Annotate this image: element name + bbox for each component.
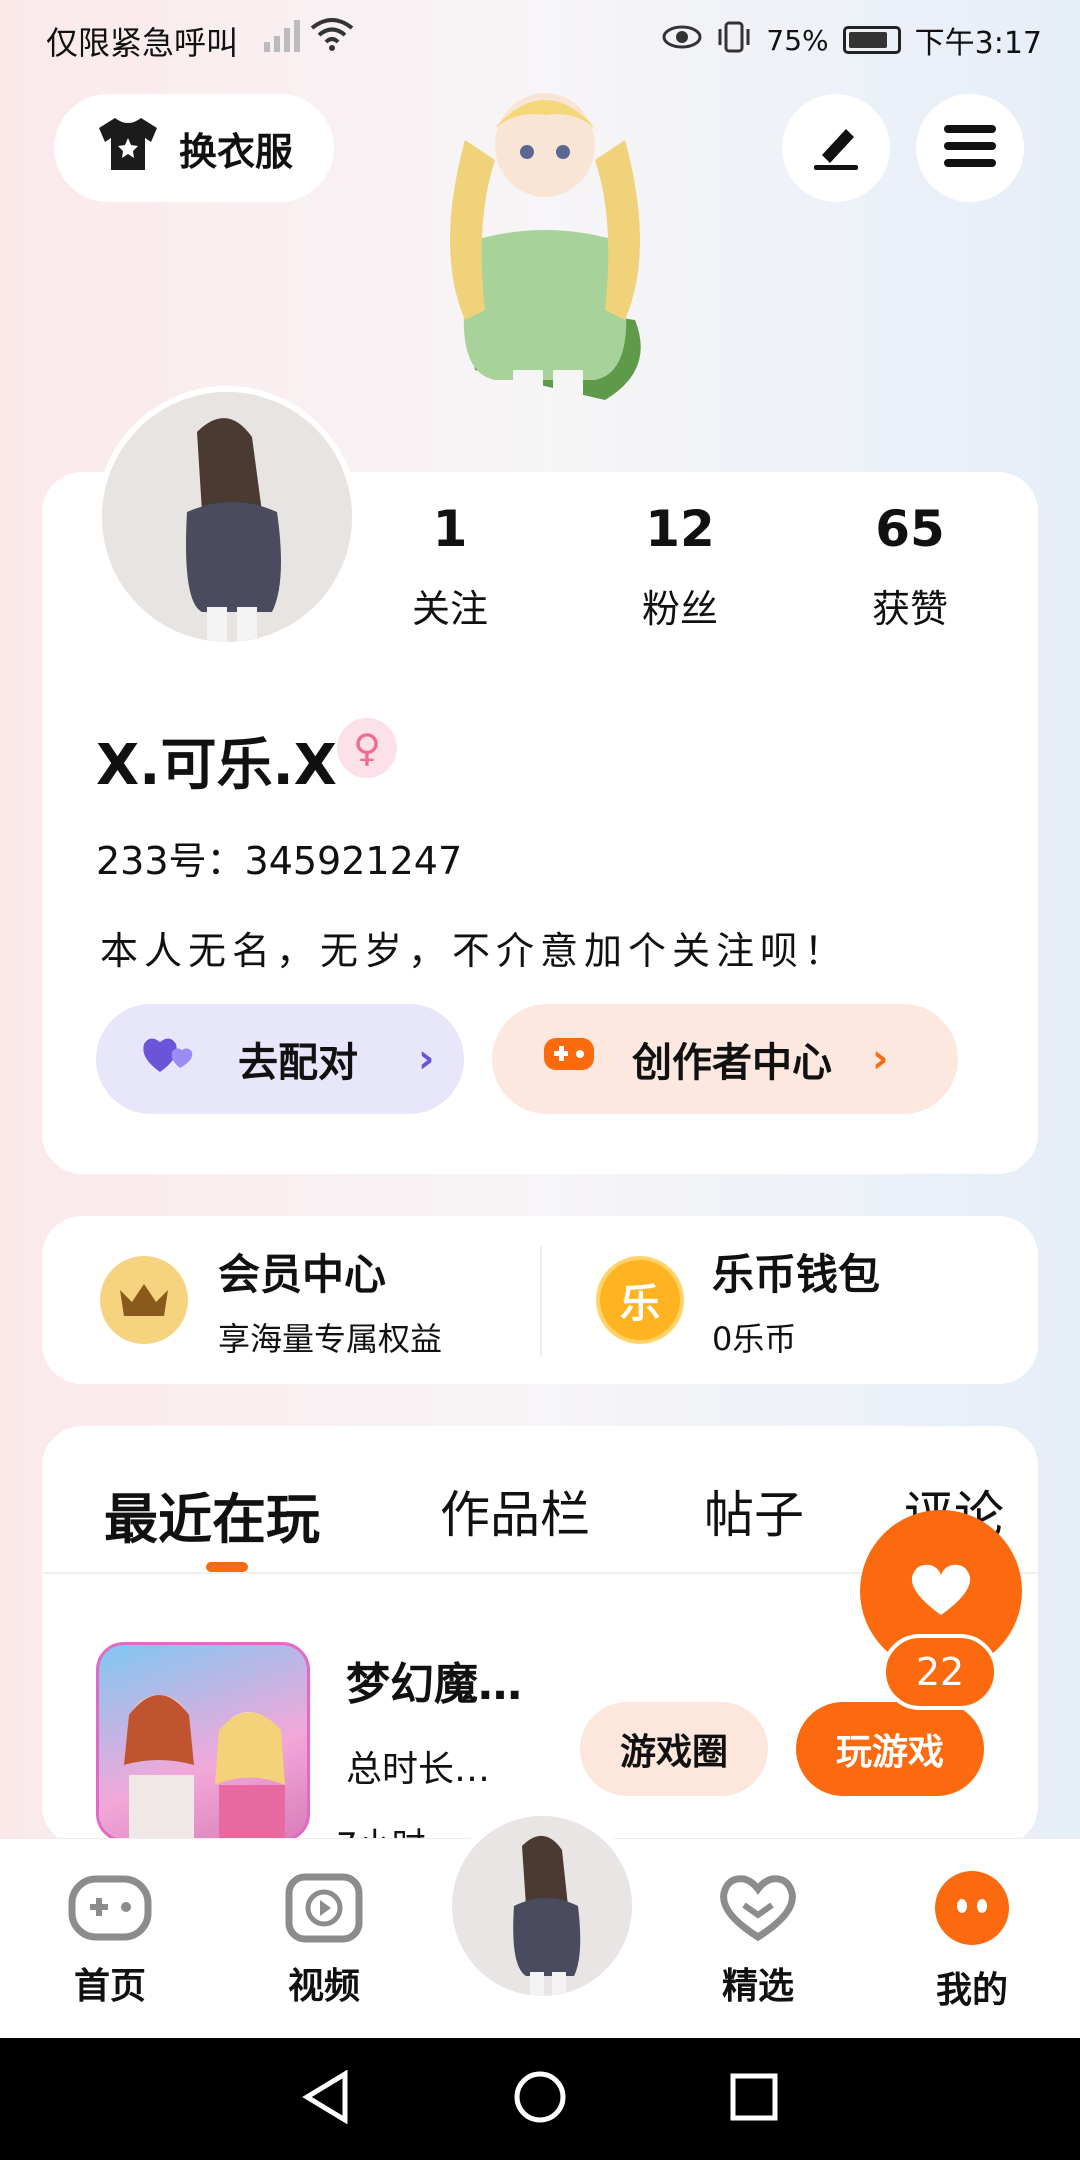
member-center-entry[interactable]: 会员中心 享海量专属权益 bbox=[100, 1240, 520, 1360]
face-icon bbox=[933, 1869, 1011, 1951]
stat-label: 获赞 bbox=[871, 587, 948, 631]
center-avatar-button[interactable] bbox=[444, 1808, 640, 2004]
hamburger-icon bbox=[942, 123, 998, 173]
wallet-title: 乐币钱包 bbox=[712, 1249, 881, 1299]
tab-recently-played[interactable]: 最近在玩 bbox=[104, 1475, 320, 1554]
pen-icon bbox=[808, 121, 864, 175]
carrier-text: 仅限紧急呼叫 bbox=[46, 24, 239, 62]
status-right: 75% 下午3:17 bbox=[662, 18, 1042, 62]
nav-mine-label: 我的 bbox=[935, 1970, 1008, 2011]
tab-works[interactable]: 作品栏 bbox=[440, 1475, 590, 1547]
play-game-button[interactable]: 玩游戏 bbox=[796, 1702, 984, 1796]
le-coin-icon: 乐 bbox=[596, 1256, 684, 1344]
wallet-entry[interactable]: 乐 乐币钱包 0乐币 bbox=[596, 1240, 996, 1360]
stat-label: 关注 bbox=[411, 587, 488, 631]
user-id[interactable]: 233号：345921247 bbox=[96, 830, 462, 885]
game-total-time: 总时长… bbox=[346, 1749, 491, 1790]
nav-home-label: 首页 bbox=[73, 1966, 146, 2007]
battery-percent: 75% bbox=[766, 23, 829, 57]
no-signal-icon bbox=[262, 18, 302, 58]
creator-center-button[interactable]: 创作者中心 › bbox=[492, 1004, 958, 1114]
game-circle-button[interactable]: 游戏圈 bbox=[580, 1702, 768, 1796]
game-thumbnail[interactable] bbox=[96, 1642, 310, 1842]
game-title[interactable]: 梦幻魔… bbox=[346, 1648, 522, 1712]
hearts-icon bbox=[140, 1032, 198, 1086]
recents-icon[interactable] bbox=[729, 2072, 779, 2126]
stat-value: 65 bbox=[875, 500, 945, 558]
stat-following[interactable]: 1 关注 bbox=[370, 500, 530, 633]
play-video-icon bbox=[285, 1873, 363, 1947]
tab-posts[interactable]: 帖子 bbox=[704, 1475, 804, 1547]
chevron-right-icon: › bbox=[872, 1036, 889, 1082]
home-icon[interactable] bbox=[513, 2070, 567, 2128]
nav-video-label: 视频 bbox=[287, 1966, 360, 2007]
stat-label: 粉丝 bbox=[641, 587, 718, 631]
crown-icon bbox=[100, 1256, 188, 1344]
clock: 下午3:17 bbox=[914, 26, 1042, 61]
change-clothes-label: 换衣服 bbox=[178, 129, 293, 174]
heart-icon bbox=[908, 1561, 974, 1621]
wifi-icon bbox=[310, 16, 354, 56]
battery-icon bbox=[842, 26, 901, 54]
stat-fans[interactable]: 12 粉丝 bbox=[600, 500, 760, 633]
creator-center-label: 创作者中心 bbox=[632, 1040, 832, 1086]
system-nav-bar bbox=[0, 2038, 1080, 2160]
stat-value: 1 bbox=[432, 500, 468, 558]
user-bio: 本人无名，无岁，不介意加个关注呗！ bbox=[100, 929, 849, 973]
edit-button[interactable] bbox=[782, 94, 890, 202]
user-name: X.可乐.X bbox=[96, 733, 337, 798]
back-icon[interactable] bbox=[301, 2069, 351, 2128]
heart-outline-icon bbox=[716, 1873, 800, 1947]
nav-video[interactable]: 视频 bbox=[254, 1839, 394, 2039]
match-button[interactable]: 去配对 › bbox=[96, 1004, 464, 1114]
like-count-badge: 22 bbox=[882, 1634, 998, 1710]
match-label: 去配对 bbox=[238, 1040, 358, 1086]
member-subtitle: 享海量专属权益 bbox=[218, 1319, 443, 1358]
nav-featured[interactable]: 精选 bbox=[688, 1839, 828, 2039]
nav-featured-label: 精选 bbox=[721, 1966, 794, 2007]
female-icon: ♀ bbox=[337, 718, 397, 778]
nav-mine[interactable]: 我的 bbox=[902, 1839, 1042, 2039]
eye-icon bbox=[662, 23, 702, 58]
gamepad-plus-icon bbox=[542, 1034, 596, 1084]
character-avatar-3d[interactable] bbox=[405, 70, 680, 470]
change-clothes-button[interactable]: 换衣服 bbox=[54, 94, 334, 202]
chevron-right-icon: › bbox=[418, 1036, 435, 1082]
menu-button[interactable] bbox=[916, 94, 1024, 202]
divider bbox=[540, 1246, 542, 1356]
gamepad-icon bbox=[68, 1873, 152, 1947]
user-avatar[interactable] bbox=[96, 386, 358, 648]
wallet-subtitle: 0乐币 bbox=[712, 1319, 797, 1358]
tshirt-icon bbox=[95, 116, 161, 181]
status-bar: 仅限紧急呼叫 75% 下午3:17 bbox=[0, 0, 1080, 80]
nav-home[interactable]: 首页 bbox=[40, 1839, 180, 2039]
stat-value: 12 bbox=[645, 500, 715, 558]
stat-likes[interactable]: 65 获赞 bbox=[830, 500, 990, 633]
game-extra-line: 7小时 bbox=[336, 1818, 426, 1838]
active-tab-indicator bbox=[206, 1562, 248, 1572]
vibrate-icon bbox=[716, 21, 752, 60]
member-title: 会员中心 bbox=[218, 1249, 387, 1299]
